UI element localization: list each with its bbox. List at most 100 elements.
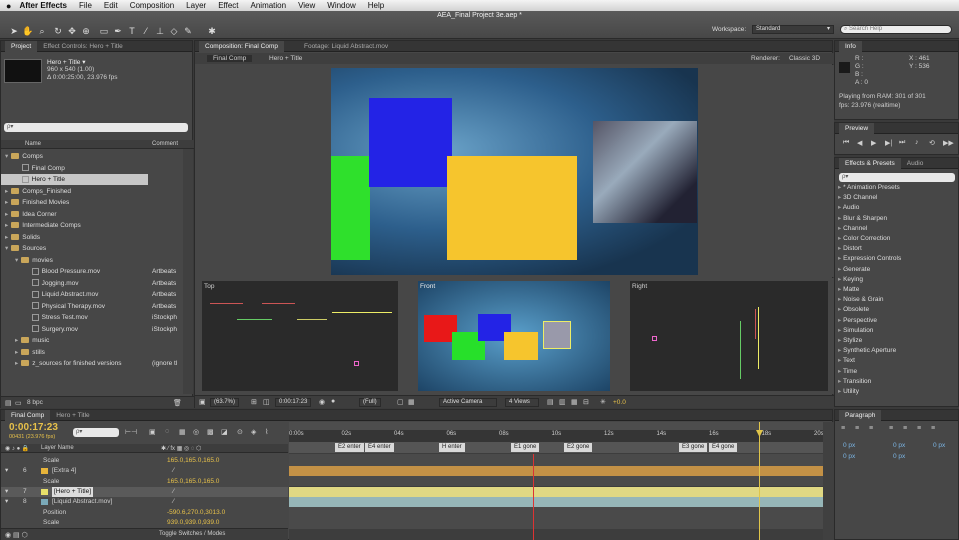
expand-icon[interactable]: ▸ [5,199,8,206]
right-view[interactable]: Right [630,281,828,391]
menu-window[interactable]: Window [327,1,355,10]
apple-menu-icon[interactable]: ● [6,1,11,11]
comp-canvas[interactable] [331,68,698,275]
space-after[interactable]: 0 px [893,453,905,460]
menu-edit[interactable]: Edit [104,1,118,10]
keyframe-icon[interactable]: ◈ [251,428,256,436]
transparency-grid-icon[interactable]: ▦ [408,398,415,406]
twirl-icon[interactable]: ▾ [5,487,8,497]
quality-switch-icon[interactable]: ⁄ [173,466,174,476]
space-before[interactable]: 0 px [933,442,945,449]
justify-right-icon[interactable]: ≡ [917,425,921,432]
expand-icon[interactable] [25,303,29,310]
expand-icon[interactable]: ▾ [5,153,8,160]
quality-switch-icon[interactable]: ⁄ [173,487,174,497]
layer-name[interactable]: [Liquid Abstract.mov] [52,497,112,507]
crumb-final-comp[interactable]: Final Comp [207,55,253,62]
expand-icon[interactable] [25,268,29,275]
effect-category[interactable]: ▸ Perspective [838,316,877,324]
motion-blur-icon[interactable]: ◎ [193,428,199,436]
effect-category[interactable]: ▸ Utility [838,387,859,395]
pen-tool-icon[interactable]: ✒ [112,26,124,37]
property-value[interactable]: 165.0,165.0,165.0 [167,456,219,466]
next-frame-icon[interactable]: ▶| [885,139,892,147]
project-item[interactable]: ▸ Idea Corner [1,209,183,220]
selection-tool-icon[interactable]: ➤ [8,26,20,37]
layer-color-label[interactable] [41,499,48,506]
project-item[interactable]: Hero + Title [1,174,148,185]
justify-all-icon[interactable]: ≡ [931,425,935,432]
layer-bar-extra4[interactable] [289,466,823,476]
main-view[interactable] [195,65,834,277]
project-item[interactable]: Final Comp [1,163,183,174]
camera-dropdown[interactable]: Active Camera [439,398,497,407]
rectangle-tool-icon[interactable]: ▭ [98,26,110,37]
effect-category[interactable]: ▸ Simulation [838,326,873,334]
audio-icon[interactable]: ♪ [915,139,919,146]
justify-center-icon[interactable]: ≡ [903,425,907,432]
project-item[interactable]: ▾ Comps [1,151,183,162]
last-frame-icon[interactable]: ⏭ [899,139,905,147]
crumb-hero-title[interactable]: Hero + Title [269,55,302,62]
front-view[interactable]: Front [418,281,610,391]
stamp-tool-icon[interactable]: ⊥ [154,26,166,37]
layer-bar-liquid[interactable] [289,497,823,507]
project-item[interactable]: ▸ z_sources for finished versions (ignore … [1,358,183,369]
timeline-layer-row[interactable]: Scale 165.0,165.0,165.0 [1,456,288,466]
timeline-layer-row[interactable]: Scale 939.0,939.0,939.0 [1,518,288,528]
project-scrollbar[interactable] [183,149,193,394]
top-view[interactable]: Top [202,281,398,391]
time-indicator[interactable] [759,422,760,540]
expand-icon[interactable]: ▸ [5,234,8,241]
project-item[interactable]: ▾ Sources [1,243,183,254]
region-icon[interactable]: ▢ [397,398,404,406]
exposure-icon[interactable]: ✳ [600,398,606,406]
menu-effect[interactable]: Effect [218,1,238,10]
expand-icon[interactable] [15,176,19,183]
effect-category[interactable]: ▸ Blur & Sharpen [838,214,887,222]
menu-view[interactable]: View [298,1,315,10]
roto-tool-icon[interactable]: ✎ [182,26,194,37]
toggle-pixel-icon[interactable]: ▤ [547,398,554,406]
tab-audio[interactable]: Audio [901,158,930,169]
effect-category[interactable]: ▸ Audio [838,203,859,211]
timeline-current-time[interactable]: 0:00:17:23 [9,422,58,433]
work-area-bar[interactable] [289,422,823,430]
graph-editor-icon[interactable]: ◪ [221,428,228,436]
effect-category[interactable]: ▸ Text [838,356,855,364]
expand-icon[interactable]: ▸ [15,360,18,367]
effect-category[interactable]: ▸ Time [838,367,857,375]
twirl-icon[interactable]: ▾ [5,466,8,476]
comp-marker[interactable]: H enter [439,443,465,452]
draft-3d-icon[interactable]: ▣ [149,428,156,436]
exposure-value[interactable]: +0.0 [613,399,626,406]
hide-shy-icon[interactable]: ◌ [165,428,169,435]
expand-icon[interactable] [25,314,29,321]
indent-first[interactable]: 0 px [843,453,855,460]
tab-final-comp[interactable]: Final Comp [5,409,51,421]
tab-composition[interactable]: Composition: Final Comp [199,40,284,52]
effect-category[interactable]: ▸ Noise & Grain [838,295,884,303]
indent-left[interactable]: 0 px [843,442,855,449]
effect-category[interactable]: ▸ Transition [838,377,871,385]
timeline-search-input[interactable]: ρ▾ [73,428,119,437]
align-center-icon[interactable]: ≡ [855,425,859,432]
project-item[interactable]: Physical Therapy.mov Artbeats [1,301,183,312]
workspace-dropdown[interactable]: Standard ▾ [752,25,834,34]
expand-icon[interactable]: ▸ [5,188,8,195]
color-swatch-icon[interactable]: ● [331,398,335,405]
tab-paragraph[interactable]: Paragraph [839,409,882,421]
layer-name[interactable]: [Extra 4] [52,466,76,476]
expand-icon[interactable]: ▾ [15,257,18,264]
hand-tool-icon[interactable]: ✋ [22,26,34,37]
tab-effect-controls[interactable]: Effect Controls: Hero + Title [37,41,129,52]
comp-marker[interactable]: E4 enter [365,443,394,452]
effect-category[interactable]: ▸ Channel [838,224,867,232]
tab-project[interactable]: Project [5,40,38,52]
tab-footage[interactable]: Footage: Liquid Abstract.mov [298,41,394,52]
project-item[interactable]: ▸ stills [1,347,183,358]
current-time[interactable]: 0:00:17:23 [275,398,312,407]
comp-marker[interactable]: E2 enter [335,443,364,452]
project-item[interactable]: Surgery.mov iStockph [1,324,183,335]
zoom-tool-icon[interactable]: ⌕ [36,26,48,37]
